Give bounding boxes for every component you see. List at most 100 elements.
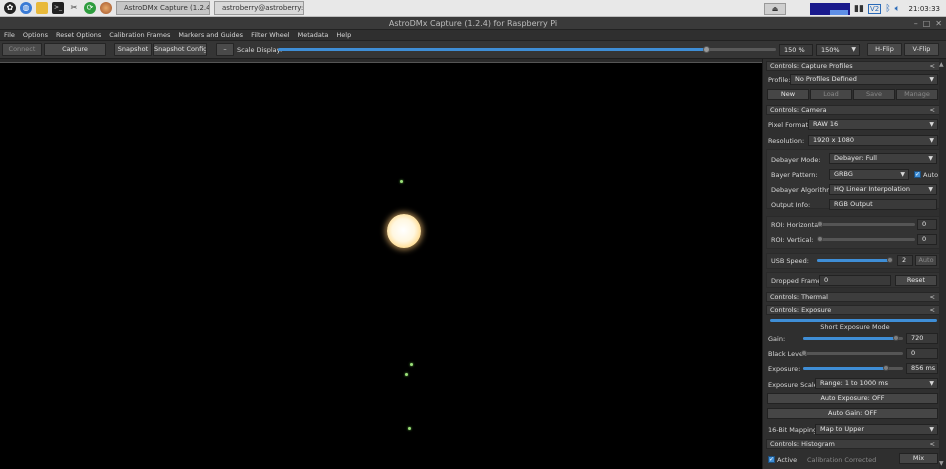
scale-slider-handle[interactable] [703,46,711,53]
vflip-button[interactable]: V-Flip [904,43,939,56]
exposure-mode-label: Short Exposure Mode [820,323,890,331]
bayer-pattern-value: GRBG [834,170,853,178]
scroll-down-icon[interactable]: ▼ [939,460,944,467]
pixel-format-select[interactable]: RAW 16 ▼ [808,119,938,130]
bayer-auto-label: Auto [923,171,939,179]
raspberry-icon[interactable]: ✿ [4,2,16,14]
exposure-scale-value: Range: 1 to 1000 ms [820,379,888,387]
snapshot-button[interactable]: Snapshot [114,43,152,56]
exposure-value[interactable]: 856 ms [906,363,938,374]
gain-label: Gain: [768,335,786,343]
roi-vertical-slider[interactable] [817,236,915,242]
section-thermal[interactable]: Controls: Thermal < [766,292,940,302]
bit-mapping-select[interactable]: Map to Upper ▼ [815,424,938,435]
bluetooth-icon[interactable]: ᛒ [885,4,890,14]
exposure-mode-indicator [770,319,937,322]
histogram-active-checkbox[interactable]: ✓ [768,456,775,463]
usb-speed-value[interactable]: 2 [897,255,913,266]
slider-handle[interactable] [817,236,823,242]
menu-markers-guides[interactable]: Markers and Guides [174,31,247,39]
bayer-pattern-select[interactable]: GRBG ▼ [829,169,909,180]
globe-icon[interactable]: ◍ [20,2,32,14]
network-bars-icon[interactable]: ▮▮ [854,4,864,14]
auto-gain-button[interactable]: Auto Gain: OFF [767,408,938,419]
menu-calibration-frames[interactable]: Calibration Frames [105,31,174,39]
menu-filter-wheel[interactable]: Filter Wheel [247,31,294,39]
profile-select[interactable]: No Profiles Defined ▼ [790,74,938,85]
dropped-frames-reset-button[interactable]: Reset [895,275,937,286]
debayer-algorithm-label: Debayer Algorithm: [771,186,835,194]
auto-exposure-button[interactable]: Auto Exposure: OFF [767,393,938,404]
profile-manage-button[interactable]: Manage [896,89,938,100]
bayer-auto-checkbox[interactable]: ✓ [914,171,921,178]
histogram-active-label: Active [777,456,798,464]
volume-icon[interactable]: 🔈︎ [895,4,900,14]
hflip-button[interactable]: H-Flip [867,43,902,56]
roi-horizontal-slider[interactable] [817,221,915,227]
capture-preview[interactable] [0,62,762,469]
menu-metadata[interactable]: Metadata [294,31,333,39]
screen: ✿ ◍ >_ ✂ ⟳ AstroDMx Capture (1.2.4) for … [0,0,946,469]
menu-reset-options[interactable]: Reset Options [52,31,105,39]
capture-button[interactable]: Capture [44,43,106,56]
chevron-down-icon: ▼ [929,76,934,83]
slider-handle[interactable] [883,365,889,371]
slider-handle[interactable] [886,257,893,263]
usb-speed-slider[interactable] [817,257,893,263]
section-camera[interactable]: Controls: Camera < [766,105,940,115]
taskbar-task-astrodmx[interactable]: AstroDMx Capture (1.2.4) for [116,1,210,15]
section-exposure[interactable]: Controls: Exposure < [766,305,940,315]
minimize-panel-button[interactable]: – [216,43,234,56]
black-level-slider[interactable] [801,350,903,356]
taskbar-task-terminal[interactable]: astroberry@astroberry: ~ [214,1,304,15]
debayer-mode-value: Debayer: Full [834,154,877,162]
usb-auto-button[interactable]: Auto [915,255,937,266]
scale-select[interactable]: 150% ▼ [816,44,860,56]
gain-slider[interactable] [803,335,903,341]
connect-button[interactable]: Connect [2,43,42,56]
menu-help[interactable]: Help [332,31,355,39]
menu-options[interactable]: Options [19,31,52,39]
scroll-up-icon[interactable]: ▲ [939,61,944,68]
scale-display-slider[interactable] [278,46,776,53]
gain-value[interactable]: 720 [906,333,938,344]
exposure-slider[interactable] [803,365,903,371]
update-icon[interactable]: ⟳ [84,2,96,14]
folder-icon[interactable] [36,2,48,14]
planet-image [387,214,421,248]
eject-icon[interactable]: ⏏ [764,2,787,15]
profile-load-button[interactable]: Load [810,89,852,100]
terminal-icon[interactable]: >_ [52,2,64,14]
chevron-down-icon: ▼ [851,46,856,53]
scale-value-field[interactable]: 150 % [779,44,813,56]
exposure-scale-select[interactable]: Range: 1 to 1000 ms ▼ [815,378,938,389]
histogram-mix-button[interactable]: Mix [899,453,938,464]
profile-save-button[interactable]: Save [853,89,895,100]
debayer-algorithm-select[interactable]: HQ Linear Interpolation ▼ [829,184,937,195]
maximize-icon[interactable]: □ [923,17,931,30]
menu-file[interactable]: File [0,31,19,39]
snapshot-config-button[interactable]: Snapshot Config [153,43,207,56]
panel-scrollbar[interactable]: ▲ ▼ [939,59,946,469]
section-capture-profiles[interactable]: Controls: Capture Profiles < [766,61,940,71]
resolution-select[interactable]: 1920 x 1080 ▼ [808,135,938,146]
section-histogram[interactable]: Controls: Histogram < [766,439,940,449]
cpu-monitor-icon[interactable] [810,2,851,15]
profile-new-button[interactable]: New [767,89,809,100]
roi-horizontal-value[interactable]: 0 [917,219,937,230]
slider-handle[interactable] [893,335,899,341]
minimize-icon[interactable]: – [914,17,918,30]
moon-dot [400,180,403,183]
black-level-value[interactable]: 0 [906,348,938,359]
profile-label: Profile: [768,76,791,84]
close-icon[interactable]: ✕ [935,17,942,30]
slider-handle[interactable] [801,350,807,356]
calibration-corrected-label[interactable]: Calibration Corrected [807,456,876,464]
vnc-icon[interactable]: V2 [867,3,882,14]
roi-vertical-value[interactable]: 0 [917,234,937,245]
debayer-mode-select[interactable]: Debayer: Full ▼ [829,153,937,164]
jupiter-icon[interactable] [100,2,112,14]
section-title: Controls: Exposure [770,306,832,314]
tools-icon[interactable]: ✂ [68,2,80,14]
slider-handle[interactable] [817,221,823,227]
